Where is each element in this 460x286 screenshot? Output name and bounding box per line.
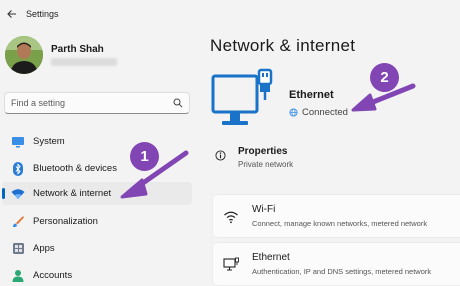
wifi-card-subtitle: Connect, manage known networks, metered … bbox=[252, 219, 428, 228]
wifi-icon bbox=[224, 211, 238, 224]
sidebar-item-label: Bluetooth & devices bbox=[33, 163, 117, 174]
properties-subtitle: Private network bbox=[238, 160, 294, 169]
properties-title: Properties bbox=[238, 146, 288, 157]
avatar[interactable] bbox=[5, 36, 43, 74]
sidebar-item-label: Personalization bbox=[33, 216, 98, 227]
search-input[interactable]: Find a setting bbox=[11, 98, 173, 108]
back-arrow-icon bbox=[7, 10, 16, 18]
sidebar: Parth Shah Find a setting System Bluetoo… bbox=[0, 28, 200, 286]
sidebar-item-label: Network & internet bbox=[33, 188, 112, 199]
ethernet-title: Ethernet bbox=[289, 89, 334, 101]
info-icon bbox=[215, 150, 226, 161]
annotation-badge-2: 2 bbox=[370, 63, 399, 92]
wifi-card-title: Wi-Fi bbox=[252, 204, 276, 215]
connection-status-text: Connected bbox=[302, 107, 348, 118]
search-icon bbox=[173, 98, 183, 108]
main-content: Network & internet Ethernet Connected Pr… bbox=[200, 28, 460, 286]
brush-icon bbox=[11, 215, 25, 229]
wifi-icon bbox=[11, 187, 25, 201]
title-bar: Settings bbox=[0, 0, 460, 28]
back-button[interactable] bbox=[2, 4, 22, 24]
search-box[interactable]: Find a setting bbox=[4, 92, 190, 114]
properties-link[interactable]: Properties Private network bbox=[213, 144, 453, 176]
ethernet-hero-icon bbox=[211, 68, 273, 125]
sidebar-item-personalization[interactable]: Personalization bbox=[2, 210, 192, 233]
sidebar-item-label: System bbox=[33, 136, 65, 147]
monitor-icon bbox=[11, 135, 25, 149]
wifi-card[interactable]: Wi-Fi Connect, manage known networks, me… bbox=[212, 194, 460, 238]
page-title: Network & internet bbox=[210, 36, 356, 55]
sidebar-item-label: Apps bbox=[33, 243, 55, 254]
user-name: Parth Shah bbox=[51, 44, 104, 55]
ethernet-card[interactable]: Ethernet Authentication, IP and DNS sett… bbox=[212, 242, 460, 286]
person-icon bbox=[11, 269, 25, 283]
ethernet-status: Connected bbox=[289, 107, 348, 118]
bluetooth-icon bbox=[11, 161, 25, 176]
globe-icon bbox=[289, 108, 298, 117]
sidebar-item-system[interactable]: System bbox=[2, 130, 192, 153]
ethernet-card-title: Ethernet bbox=[252, 252, 290, 263]
sidebar-item-accounts[interactable]: Accounts bbox=[2, 264, 192, 286]
sidebar-item-network[interactable]: Network & internet bbox=[2, 182, 192, 205]
annotation-badge-1: 1 bbox=[130, 142, 159, 171]
apps-icon bbox=[11, 242, 25, 256]
active-indicator bbox=[2, 188, 5, 199]
ethernet-icon bbox=[223, 257, 239, 271]
ethernet-card-subtitle: Authentication, IP and DNS settings, met… bbox=[252, 267, 432, 276]
sidebar-item-label: Accounts bbox=[33, 270, 73, 281]
sidebar-item-bluetooth[interactable]: Bluetooth & devices bbox=[2, 157, 192, 180]
app-title: Settings bbox=[26, 9, 59, 19]
user-email-redacted bbox=[51, 58, 117, 66]
sidebar-item-apps[interactable]: Apps bbox=[2, 237, 192, 260]
avatar-image bbox=[5, 36, 43, 74]
